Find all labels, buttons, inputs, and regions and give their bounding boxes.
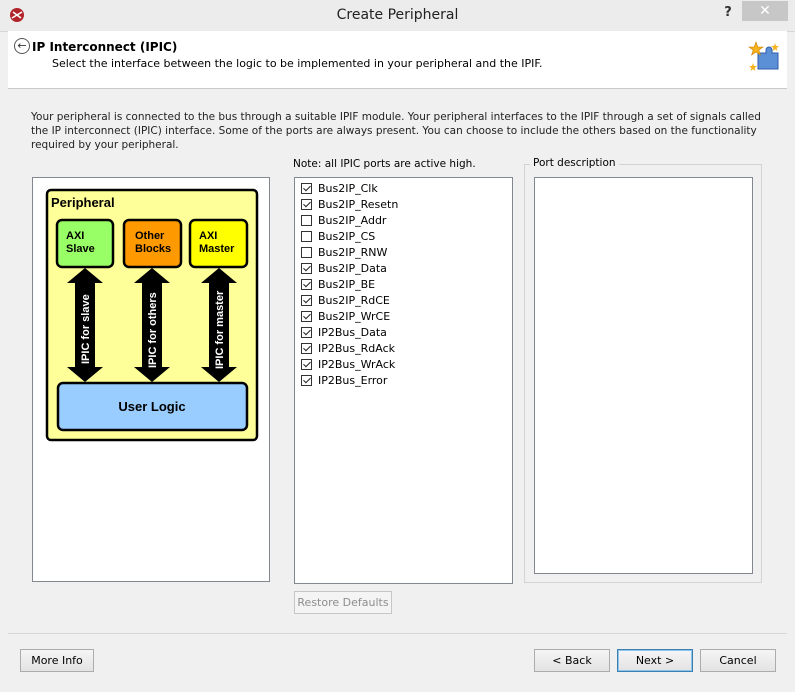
port-checkbox[interactable] — [301, 342, 312, 354]
port-label: Bus2IP_WrCE — [318, 309, 391, 323]
page-title: IP Interconnect (IPIC) — [32, 40, 178, 54]
window-title: Create Peripheral — [336, 7, 459, 23]
port-label: IP2Bus_Error — [318, 373, 388, 387]
port-checkbox[interactable] — [301, 246, 312, 258]
port-label: Bus2IP_Resetn — [318, 197, 399, 211]
more-info-button[interactable]: More Info — [20, 649, 94, 672]
port-checkbox[interactable] — [301, 182, 312, 194]
port-row[interactable]: Bus2IP_BE — [301, 276, 375, 292]
wizard-puzzle-icon — [748, 41, 779, 71]
intro-text: Your peripheral is connected to the bus … — [31, 111, 761, 151]
port-row[interactable]: Bus2IP_RdCE — [301, 292, 390, 308]
ipic-master-label: IPIC for master — [214, 290, 226, 369]
ipic-slave-label: IPIC for slave — [80, 294, 92, 364]
page-subtitle: Select the interface between the logic t… — [52, 57, 543, 70]
port-row[interactable]: Bus2IP_WrCE — [301, 308, 390, 324]
ipic-diagram: Peripheral AXI Slave Other Blocks AXI Ma… — [45, 188, 259, 442]
title-bar: Create Peripheral ? ✕ — [0, 0, 795, 32]
port-checkbox[interactable] — [301, 294, 312, 306]
port-label: IP2Bus_RdAck — [318, 341, 395, 355]
peripheral-label: Peripheral — [51, 195, 115, 210]
axi-master-line1: AXI — [199, 230, 217, 242]
port-row[interactable]: Bus2IP_Addr — [301, 212, 386, 228]
port-label: Bus2IP_Addr — [318, 213, 387, 227]
port-checkbox[interactable] — [301, 198, 312, 210]
port-row[interactable]: Bus2IP_Data — [301, 260, 387, 276]
wizard-header: ← IP Interconnect (IPIC) Select the inte… — [8, 31, 787, 89]
ipic-others-label: IPIC for others — [147, 292, 159, 368]
ipic-diagram-panel: Peripheral AXI Slave Other Blocks AXI Ma… — [32, 177, 270, 582]
port-row[interactable]: IP2Bus_Error — [301, 372, 387, 388]
close-button[interactable]: ✕ — [742, 1, 788, 21]
port-row[interactable]: Bus2IP_RNW — [301, 244, 387, 260]
other-blocks-line1: Other — [135, 230, 165, 242]
port-checkbox[interactable] — [301, 262, 312, 274]
port-label: Bus2IP_Clk — [318, 181, 378, 195]
port-description-text[interactable] — [534, 177, 753, 574]
back-arrow-icon[interactable]: ← — [14, 38, 30, 54]
port-row[interactable]: IP2Bus_RdAck — [301, 340, 395, 356]
port-checkbox[interactable] — [301, 374, 312, 386]
port-checkbox[interactable] — [301, 214, 312, 226]
port-row[interactable]: Bus2IP_CS — [301, 228, 375, 244]
port-checkbox[interactable] — [301, 358, 312, 370]
help-button[interactable]: ? — [720, 4, 736, 22]
back-button[interactable]: < Back — [534, 649, 610, 672]
port-checkbox[interactable] — [301, 310, 312, 322]
port-label: Bus2IP_RdCE — [318, 293, 390, 307]
cancel-button[interactable]: Cancel — [700, 649, 776, 672]
axi-slave-line1: AXI — [66, 230, 84, 242]
axi-master-line2: Master — [199, 243, 235, 255]
restore-defaults-button[interactable]: Restore Defaults — [294, 591, 392, 614]
ports-note: Note: all IPIC ports are active high. — [293, 158, 476, 170]
port-row[interactable]: Bus2IP_Clk — [301, 180, 378, 196]
port-label: Bus2IP_RNW — [318, 245, 388, 259]
port-label: IP2Bus_WrAck — [318, 357, 396, 371]
port-checkbox[interactable] — [301, 326, 312, 338]
next-button[interactable]: Next > — [617, 649, 693, 672]
user-logic-label: User Logic — [118, 399, 185, 414]
port-row[interactable]: Bus2IP_Resetn — [301, 196, 398, 212]
port-row[interactable]: IP2Bus_WrAck — [301, 356, 395, 372]
port-label: Bus2IP_BE — [318, 277, 376, 291]
port-label: Bus2IP_Data — [318, 261, 387, 275]
port-label: IP2Bus_Data — [318, 325, 387, 339]
port-checkbox[interactable] — [301, 230, 312, 242]
ipic-ports-list: Bus2IP_Clk Bus2IP_Resetn Bus2IP_Addr Bus… — [294, 177, 513, 584]
port-description-legend: Port description — [530, 157, 619, 169]
other-blocks-line2: Blocks — [135, 243, 171, 255]
axi-slave-line2: Slave — [66, 243, 95, 255]
footer-separator — [8, 633, 787, 634]
port-checkbox[interactable] — [301, 278, 312, 290]
port-row[interactable]: IP2Bus_Data — [301, 324, 387, 340]
port-label: Bus2IP_CS — [318, 229, 376, 243]
